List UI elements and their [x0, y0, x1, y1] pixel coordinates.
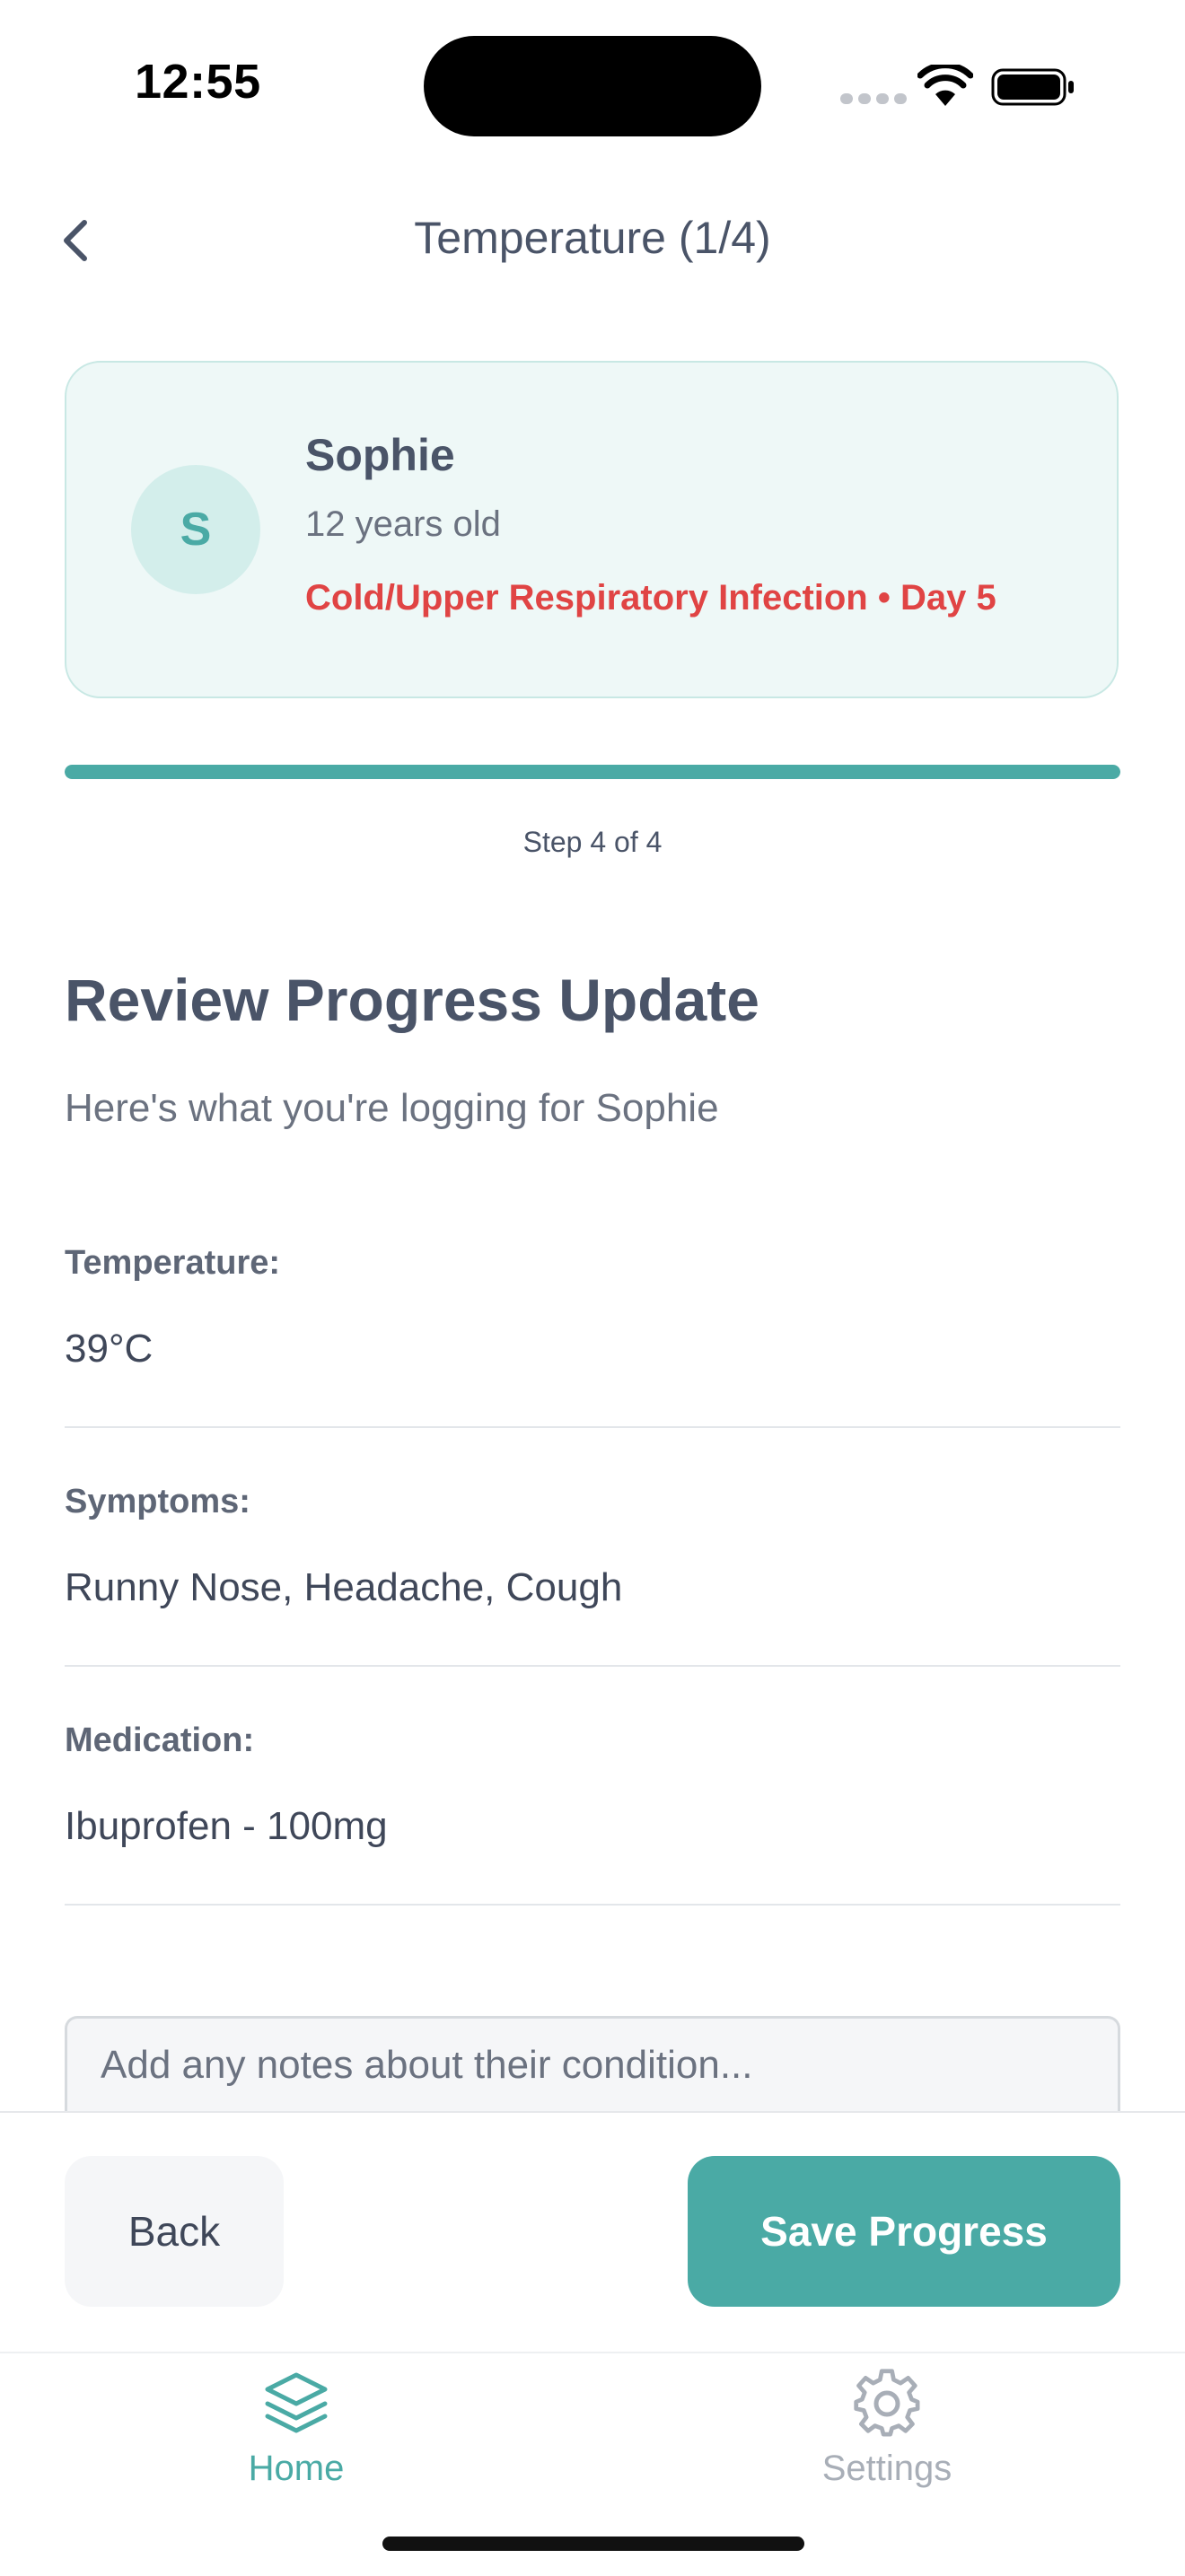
progress-bar	[65, 765, 1120, 779]
battery-icon	[991, 68, 1074, 106]
patient-age: 12 years old	[305, 504, 501, 544]
symptoms-label: Symptoms:	[65, 1483, 250, 1520]
divider	[65, 1665, 1120, 1667]
notes-placeholder: Add any notes about their condition...	[101, 2043, 753, 2087]
wifi-icon	[917, 65, 973, 106]
avatar: S	[131, 465, 260, 594]
progress-fill	[65, 765, 1120, 779]
back-button[interactable]: Back	[65, 2156, 284, 2307]
section-subtitle: Here's what you're logging for Sophie	[65, 1086, 719, 1130]
divider	[65, 1426, 1120, 1428]
tab-home[interactable]: Home	[162, 2449, 431, 2489]
layers-icon[interactable]	[260, 2368, 332, 2440]
medication-value: Ibuprofen - 100mg	[65, 1804, 388, 1848]
tab-settings[interactable]: Settings	[752, 2449, 1022, 2489]
divider	[65, 1904, 1120, 1906]
temperature-label: Temperature:	[65, 1244, 281, 1282]
save-progress-button[interactable]: Save Progress	[688, 2156, 1120, 2307]
patient-name: Sophie	[305, 430, 455, 480]
home-indicator	[382, 2537, 804, 2551]
patient-condition: Cold/Upper Respiratory Infection • Day 5	[305, 578, 996, 618]
section-title: Review Progress Update	[65, 967, 759, 1033]
symptoms-value: Runny Nose, Headache, Cough	[65, 1565, 623, 1609]
gear-icon[interactable]	[851, 2368, 923, 2440]
page-title: Temperature (1/4)	[414, 213, 771, 263]
medication-label: Medication:	[65, 1722, 255, 1759]
step-indicator: Step 4 of 4	[522, 826, 663, 858]
temperature-value: 39°C	[65, 1327, 154, 1371]
dynamic-island	[424, 36, 761, 136]
status-time: 12:55	[135, 55, 261, 109]
